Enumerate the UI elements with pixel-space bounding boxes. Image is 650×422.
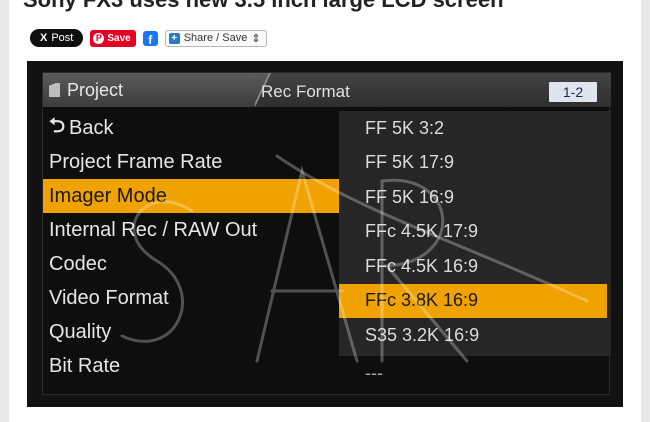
x-logo-icon: X <box>40 32 48 44</box>
menu-item-codec[interactable]: Codec <box>43 247 339 281</box>
option-ffc-4-5k-16-9[interactable]: FFc 4.5K 16:9 <box>339 249 611 284</box>
pinterest-icon: P <box>93 32 105 44</box>
back-menu-item[interactable]: ⮌ Back <box>43 111 339 145</box>
imager-mode-options: FF 5K 3:2 FF 5K 17:9 FF 5K 16:9 FFc 4.5K… <box>339 111 611 356</box>
back-arrow-icon: ⮌ <box>49 115 66 137</box>
section-title: Rec Format <box>261 82 350 101</box>
article-page: Sony FX3 uses new 3.5 inch large LCD scr… <box>9 0 641 422</box>
camera-screen-photo: Project Rec Format 1-2 ⮌ Back Project Fr… <box>27 61 623 407</box>
pinterest-save-button[interactable]: P Save <box>90 29 136 47</box>
menu-item-project-frame-rate[interactable]: Project Frame Rate <box>43 145 339 179</box>
x-post-button[interactable]: X Post <box>30 29 84 47</box>
menu-item-bit-rate[interactable]: Bit Rate <box>43 349 339 383</box>
option-ffc-3-8k-16-9[interactable]: FFc 3.8K 16:9 <box>339 283 607 318</box>
option-ff-5k-3-2[interactable]: FF 5K 3:2 <box>339 111 611 146</box>
menu-item-quality[interactable]: Quality <box>43 315 339 349</box>
updown-caret-icon: ⇕ <box>251 32 261 45</box>
menu-item-video-format[interactable]: Video Format <box>43 281 339 315</box>
option-ff-5k-16-9[interactable]: FF 5K 16:9 <box>339 180 611 215</box>
menu-item-imager-mode[interactable]: Imager Mode <box>43 179 339 213</box>
plus-icon: + <box>168 32 180 44</box>
option-ffc-4-5k-17-9[interactable]: FFc 4.5K 17:9 <box>339 215 611 250</box>
x-post-label: Post <box>51 32 74 44</box>
facebook-share-button[interactable]: f <box>142 30 158 47</box>
pinterest-label: Save <box>107 32 131 44</box>
menu-item-internal-rec-raw-out[interactable]: Internal Rec / RAW Out <box>43 213 339 247</box>
facebook-icon: f <box>148 32 153 47</box>
menu-title-bar: Project Rec Format 1-2 <box>43 73 611 107</box>
back-label: Back <box>69 116 114 139</box>
settings-menu: ⮌ Back Project Frame Rate Imager Mode In… <box>43 111 339 383</box>
camera-lcd: Project Rec Format 1-2 ⮌ Back Project Fr… <box>42 72 611 395</box>
share-save-label: Share / Save <box>183 32 248 44</box>
share-bar: X Post P Save f + Share / Save ⇕ <box>30 28 267 48</box>
option-ff-5k-17-9[interactable]: FF 5K 17:9 <box>339 146 611 181</box>
bit-rate-value: --- <box>365 363 383 383</box>
option-s35-3-2k-16-9[interactable]: S35 3.2K 16:9 <box>339 318 611 353</box>
page-indicator: 1-2 <box>549 82 597 102</box>
share-save-button[interactable]: + Share / Save ⇕ <box>164 29 267 47</box>
article-headline: Sony FX3 uses new 3.5 inch large LCD scr… <box>23 0 504 13</box>
project-tab[interactable]: Project <box>67 80 123 101</box>
